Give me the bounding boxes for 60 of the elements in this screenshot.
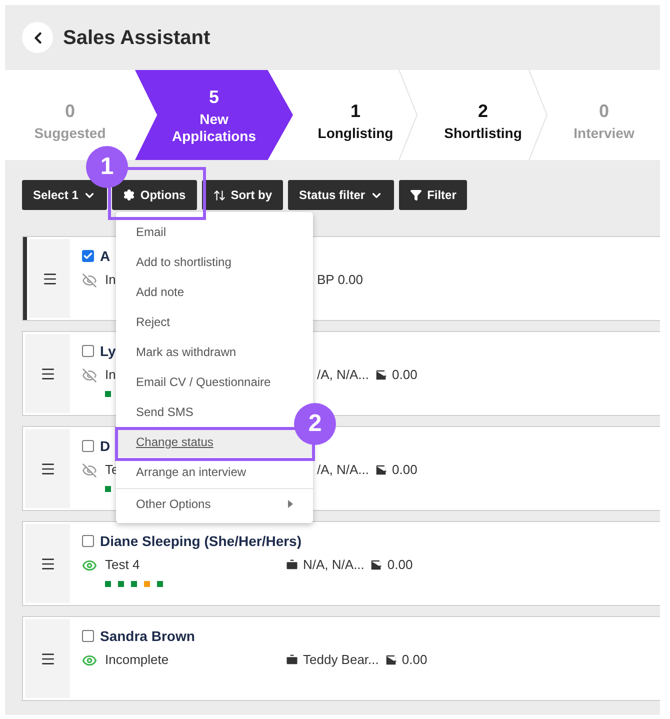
toolbar-button[interactable]: Filter [399, 180, 468, 210]
stage-tab[interactable]: 1 Longlisting [293, 70, 418, 160]
filter-icon [410, 189, 422, 201]
briefcase-icon [285, 653, 299, 667]
checkbox[interactable] [82, 440, 94, 452]
back-button[interactable] [22, 22, 53, 53]
checkbox[interactable] [82, 630, 94, 642]
stage-tab[interactable]: 2 Shortlisting [418, 70, 548, 160]
menu-item[interactable]: Arrange an interview [116, 457, 292, 487]
salary-text: 0.00 [387, 556, 413, 574]
hamburger-icon [42, 270, 58, 286]
drag-handle[interactable] [25, 619, 70, 698]
checkbox[interactable] [82, 535, 94, 547]
menu-item[interactable]: Other Options [116, 488, 313, 518]
menu-item[interactable]: Send SMS [116, 397, 292, 427]
checkbox[interactable] [82, 250, 94, 262]
job-text: BP 0.00 [317, 271, 364, 290]
hamburger-icon [40, 650, 56, 666]
briefcase-icon [285, 558, 299, 572]
job-text: /A, N/A... [317, 366, 370, 384]
drag-handle[interactable] [25, 524, 70, 603]
drag-handle[interactable] [25, 429, 70, 508]
candidate-name[interactable]: Ly [100, 340, 116, 362]
gear-icon [123, 189, 136, 201]
hamburger-icon [40, 460, 56, 476]
caret-right-icon [288, 500, 293, 508]
hamburger-icon [40, 366, 56, 382]
candidate-name[interactable]: Sandra Brown [100, 626, 195, 646]
page-title: Sales Assistant [63, 26, 210, 50]
job-text: N/A, N/A... [303, 556, 364, 574]
drag-handle[interactable] [29, 239, 70, 318]
toolbar-button[interactable]: Sort by [202, 180, 284, 210]
menu-item[interactable]: Reject [116, 307, 292, 337]
step-divider-icon [398, 70, 418, 160]
candidate-name[interactable]: A [100, 246, 110, 266]
salary-text: 0.00 [392, 461, 418, 480]
toolbar-button[interactable]: Options [112, 180, 197, 210]
job-text: Teddy Bear... [303, 651, 379, 670]
menu-item[interactable]: Add to shortlisting [116, 247, 292, 277]
status-text: Incomplete [105, 651, 169, 670]
checkbox[interactable] [82, 345, 94, 357]
hamburger-icon [40, 556, 56, 572]
status-text: Test 4 [105, 556, 140, 574]
status-text: In [105, 271, 116, 290]
status-text: In [105, 366, 116, 384]
menu-item[interactable]: Add note [116, 277, 292, 307]
salary-text: 0.00 [392, 366, 418, 384]
menu-item[interactable]: Email CV / Questionnaire [116, 367, 292, 397]
sort-icon [212, 188, 226, 202]
menu-item[interactable]: Email [116, 217, 292, 247]
step-divider-icon [528, 70, 548, 160]
drag-handle[interactable] [25, 334, 70, 413]
toolbar-button[interactable]: Select 1 [22, 180, 108, 210]
stage-tab[interactable]: 5 New Applications [135, 70, 293, 160]
candidate-name[interactable]: D [100, 436, 110, 456]
job-text: /A, N/A... [317, 461, 370, 480]
menu-item[interactable]: Mark as withdrawn [116, 337, 292, 367]
candidate-name[interactable]: Diane Sleeping (She/Her/Hers) [100, 530, 302, 552]
toolbar-button[interactable]: Status filter [288, 180, 394, 210]
salary-text: 0.00 [402, 651, 428, 670]
